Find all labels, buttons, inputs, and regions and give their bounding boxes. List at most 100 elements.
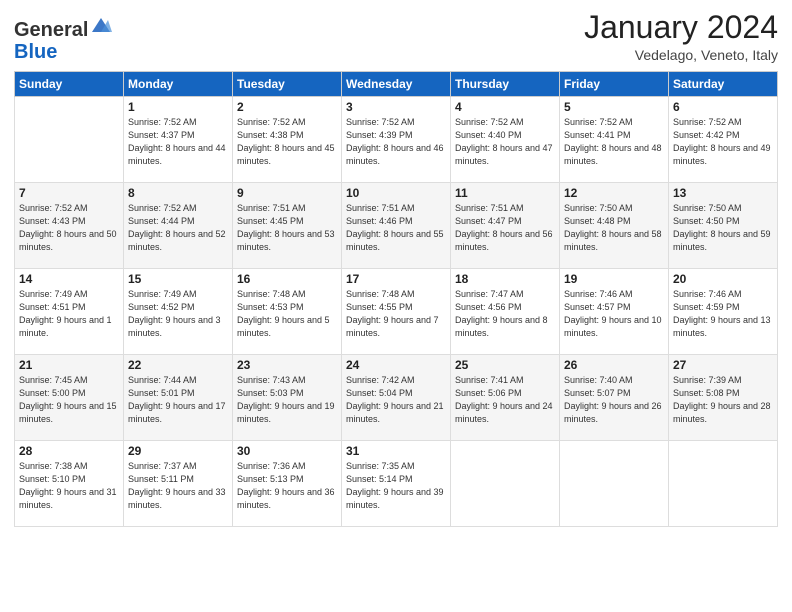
- calendar-cell: 5 Sunrise: 7:52 AMSunset: 4:41 PMDaylight…: [560, 97, 669, 183]
- day-info: Sunrise: 7:51 AMSunset: 4:46 PMDaylight:…: [346, 202, 446, 254]
- col-header-tuesday: Tuesday: [233, 72, 342, 97]
- calendar-cell: 29 Sunrise: 7:37 AMSunset: 5:11 PMDayligh…: [124, 441, 233, 527]
- day-info: Sunrise: 7:52 AMSunset: 4:42 PMDaylight:…: [673, 116, 773, 168]
- day-info: Sunrise: 7:52 AMSunset: 4:37 PMDaylight:…: [128, 116, 228, 168]
- day-info: Sunrise: 7:48 AMSunset: 4:53 PMDaylight:…: [237, 288, 337, 340]
- day-number: 29: [128, 444, 228, 458]
- day-number: 19: [564, 272, 664, 286]
- day-number: 31: [346, 444, 446, 458]
- title-block: January 2024 Vedelago, Veneto, Italy: [584, 10, 778, 63]
- calendar-cell: 3Sunrise: 7:52 AMSunset: 4:39 PMDaylight…: [342, 97, 451, 183]
- calendar-cell: 9 Sunrise: 7:51 AMSunset: 4:45 PMDaylight…: [233, 183, 342, 269]
- col-header-friday: Friday: [560, 72, 669, 97]
- day-info: Sunrise: 7:42 AMSunset: 5:04 PMDaylight:…: [346, 374, 446, 426]
- calendar-cell: 27 Sunrise: 7:39 AMSunset: 5:08 PMDayligh…: [669, 355, 778, 441]
- day-number: 18: [455, 272, 555, 286]
- day-number: 9: [237, 186, 337, 200]
- day-number: 16: [237, 272, 337, 286]
- day-number: 21: [19, 358, 119, 372]
- day-info: Sunrise: 7:50 AMSunset: 4:50 PMDaylight:…: [673, 202, 773, 254]
- day-info: Sunrise: 7:35 AMSunset: 5:14 PMDaylight:…: [346, 460, 446, 512]
- day-info: Sunrise: 7:47 AMSunset: 4:56 PMDaylight:…: [455, 288, 555, 340]
- calendar-week-row: 7 Sunrise: 7:52 AMSunset: 4:43 PMDaylight…: [15, 183, 778, 269]
- calendar-cell: [669, 441, 778, 527]
- calendar-cell: 6 Sunrise: 7:52 AMSunset: 4:42 PMDaylight…: [669, 97, 778, 183]
- calendar-cell: 30 Sunrise: 7:36 AMSunset: 5:13 PMDayligh…: [233, 441, 342, 527]
- day-info: Sunrise: 7:36 AMSunset: 5:13 PMDaylight:…: [237, 460, 337, 512]
- day-number: 22: [128, 358, 228, 372]
- col-header-sunday: Sunday: [15, 72, 124, 97]
- day-info: Sunrise: 7:50 AMSunset: 4:48 PMDaylight:…: [564, 202, 664, 254]
- day-number: 23: [237, 358, 337, 372]
- month-title: January 2024: [584, 10, 778, 45]
- day-number: 10: [346, 186, 446, 200]
- calendar-cell: 15Sunrise: 7:49 AMSunset: 4:52 PMDayligh…: [124, 269, 233, 355]
- day-number: 20: [673, 272, 773, 286]
- location: Vedelago, Veneto, Italy: [584, 47, 778, 63]
- day-info: Sunrise: 7:38 AMSunset: 5:10 PMDaylight:…: [19, 460, 119, 512]
- calendar-cell: 4 Sunrise: 7:52 AMSunset: 4:40 PMDaylight…: [451, 97, 560, 183]
- day-info: Sunrise: 7:52 AMSunset: 4:38 PMDaylight:…: [237, 116, 337, 168]
- logo-general-text: General: [14, 19, 88, 41]
- calendar-cell: 24 Sunrise: 7:42 AMSunset: 5:04 PMDayligh…: [342, 355, 451, 441]
- calendar-cell: 21 Sunrise: 7:45 AMSunset: 5:00 PMDayligh…: [15, 355, 124, 441]
- day-info: Sunrise: 7:46 AMSunset: 4:57 PMDaylight:…: [564, 288, 664, 340]
- calendar-cell: 28Sunrise: 7:38 AMSunset: 5:10 PMDayligh…: [15, 441, 124, 527]
- day-number: 30: [237, 444, 337, 458]
- day-info: Sunrise: 7:43 AMSunset: 5:03 PMDaylight:…: [237, 374, 337, 426]
- calendar-cell: [560, 441, 669, 527]
- day-info: Sunrise: 7:52 AMSunset: 4:39 PMDaylight:…: [346, 116, 446, 168]
- day-info: Sunrise: 7:52 AMSunset: 4:40 PMDaylight:…: [455, 116, 555, 168]
- calendar-cell: 7 Sunrise: 7:52 AMSunset: 4:43 PMDaylight…: [15, 183, 124, 269]
- day-info: Sunrise: 7:51 AMSunset: 4:45 PMDaylight:…: [237, 202, 337, 254]
- day-number: 24: [346, 358, 446, 372]
- day-info: Sunrise: 7:49 AMSunset: 4:51 PMDaylight:…: [19, 288, 119, 340]
- day-number: 11: [455, 186, 555, 200]
- day-number: 4: [455, 100, 555, 114]
- calendar-cell: 31 Sunrise: 7:35 AMSunset: 5:14 PMDayligh…: [342, 441, 451, 527]
- day-info: Sunrise: 7:51 AMSunset: 4:47 PMDaylight:…: [455, 202, 555, 254]
- day-number: 1: [128, 100, 228, 114]
- day-number: 13: [673, 186, 773, 200]
- day-number: 6: [673, 100, 773, 114]
- day-number: 15: [128, 272, 228, 286]
- day-number: 5: [564, 100, 664, 114]
- logo-icon: [90, 14, 112, 36]
- calendar-week-row: 14Sunrise: 7:49 AMSunset: 4:51 PMDayligh…: [15, 269, 778, 355]
- calendar-cell: 23 Sunrise: 7:43 AMSunset: 5:03 PMDayligh…: [233, 355, 342, 441]
- col-header-saturday: Saturday: [669, 72, 778, 97]
- calendar-cell: 10 Sunrise: 7:51 AMSunset: 4:46 PMDayligh…: [342, 183, 451, 269]
- calendar-cell: 16 Sunrise: 7:48 AMSunset: 4:53 PMDayligh…: [233, 269, 342, 355]
- day-info: Sunrise: 7:52 AMSunset: 4:41 PMDaylight:…: [564, 116, 664, 168]
- calendar-cell: 13 Sunrise: 7:50 AMSunset: 4:50 PMDayligh…: [669, 183, 778, 269]
- calendar-week-row: 1 Sunrise: 7:52 AMSunset: 4:37 PMDaylight…: [15, 97, 778, 183]
- col-header-monday: Monday: [124, 72, 233, 97]
- day-info: Sunrise: 7:52 AMSunset: 4:44 PMDaylight:…: [128, 202, 228, 254]
- calendar-cell: 25Sunrise: 7:41 AMSunset: 5:06 PMDayligh…: [451, 355, 560, 441]
- day-info: Sunrise: 7:39 AMSunset: 5:08 PMDaylight:…: [673, 374, 773, 426]
- day-number: 17: [346, 272, 446, 286]
- day-info: Sunrise: 7:37 AMSunset: 5:11 PMDaylight:…: [128, 460, 228, 512]
- calendar-cell: 11 Sunrise: 7:51 AMSunset: 4:47 PMDayligh…: [451, 183, 560, 269]
- page: General Blue January 2024 Vedelago, Vene…: [0, 0, 792, 612]
- calendar-cell: 1 Sunrise: 7:52 AMSunset: 4:37 PMDaylight…: [124, 97, 233, 183]
- calendar-cell: 14Sunrise: 7:49 AMSunset: 4:51 PMDayligh…: [15, 269, 124, 355]
- calendar-week-row: 28Sunrise: 7:38 AMSunset: 5:10 PMDayligh…: [15, 441, 778, 527]
- day-number: 7: [19, 186, 119, 200]
- day-info: Sunrise: 7:40 AMSunset: 5:07 PMDaylight:…: [564, 374, 664, 426]
- day-number: 8: [128, 186, 228, 200]
- col-header-wednesday: Wednesday: [342, 72, 451, 97]
- header: General Blue January 2024 Vedelago, Vene…: [14, 10, 778, 63]
- day-info: Sunrise: 7:52 AMSunset: 4:43 PMDaylight:…: [19, 202, 119, 254]
- day-number: 27: [673, 358, 773, 372]
- day-info: Sunrise: 7:45 AMSunset: 5:00 PMDaylight:…: [19, 374, 119, 426]
- day-info: Sunrise: 7:44 AMSunset: 5:01 PMDaylight:…: [128, 374, 228, 426]
- day-number: 12: [564, 186, 664, 200]
- calendar-cell: 2Sunrise: 7:52 AMSunset: 4:38 PMDaylight…: [233, 97, 342, 183]
- calendar-table: SundayMondayTuesdayWednesdayThursdayFrid…: [14, 71, 778, 527]
- calendar-cell: 19 Sunrise: 7:46 AMSunset: 4:57 PMDayligh…: [560, 269, 669, 355]
- day-info: Sunrise: 7:48 AMSunset: 4:55 PMDaylight:…: [346, 288, 446, 340]
- calendar-cell: 8 Sunrise: 7:52 AMSunset: 4:44 PMDaylight…: [124, 183, 233, 269]
- calendar-cell: [451, 441, 560, 527]
- calendar-cell: 26Sunrise: 7:40 AMSunset: 5:07 PMDayligh…: [560, 355, 669, 441]
